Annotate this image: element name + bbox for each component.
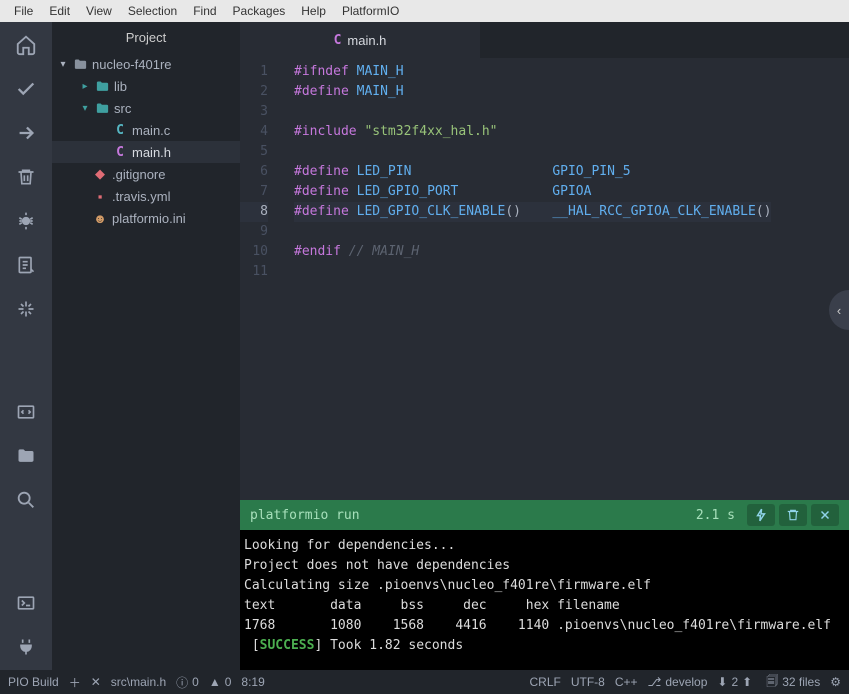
editor-area: C main.h 1234567891011 #ifndef MAIN_H#de… (240, 22, 849, 670)
clear-button[interactable] (779, 504, 807, 526)
terminal-command: platformio run (250, 508, 360, 523)
status-settings[interactable]: ⚙ (830, 675, 841, 689)
chevron-down-icon: ▾ (80, 103, 90, 114)
tree-label: .travis.yml (112, 189, 171, 204)
status-encoding[interactable]: UTF-8 (571, 675, 605, 689)
plug-icon[interactable] (15, 636, 37, 658)
status-cursor[interactable]: 8:19 (241, 675, 264, 689)
status-git-sync[interactable]: ⬇2 ⬆ (717, 675, 756, 689)
plus-icon: ＋ (69, 674, 81, 691)
terminal-output[interactable]: Looking for dependencies... Project does… (240, 530, 849, 670)
tab-bar: C main.h (240, 22, 849, 58)
terminal-elapsed: 2.1 s (696, 508, 735, 523)
project-sidebar: Project ▾ nucleo-f401re ▸ lib ▾ src C ma… (52, 22, 240, 670)
status-bar: PIO Build ＋ ✕ src\main.h ⓘ0 ▲0 8:19 CRLF… (0, 670, 849, 694)
code-body[interactable]: #ifndef MAIN_H#define MAIN_H #include "s… (278, 58, 771, 500)
status-file-path[interactable]: src\main.h (111, 675, 166, 689)
folder-icon (72, 56, 88, 72)
folder-icon[interactable] (15, 445, 37, 467)
status-files[interactable]: 🗐32 files (766, 672, 820, 693)
activity-bar (0, 22, 52, 670)
close-icon: ✕ (91, 675, 101, 689)
tree-gitignore[interactable]: ◆ .gitignore (52, 163, 240, 185)
status-diag-info[interactable]: ⓘ0 (176, 674, 199, 691)
trash-icon[interactable] (15, 166, 37, 188)
branch-icon: ⎇ (648, 675, 662, 689)
status-close[interactable]: ✕ (91, 675, 101, 689)
tree-main-c[interactable]: C main.c (52, 119, 240, 141)
menu-platformio[interactable]: PlatformIO (334, 2, 407, 20)
arrow-up-icon: ⬆ (742, 675, 752, 689)
tree-main-h[interactable]: C main.h (52, 141, 240, 163)
code-editor[interactable]: 1234567891011 #ifndef MAIN_H#define MAIN… (240, 58, 849, 500)
tab-main-h[interactable]: C main.h (240, 22, 480, 58)
menu-file[interactable]: File (6, 2, 41, 20)
status-pio-build[interactable]: PIO Build (8, 675, 59, 689)
terminal-icon[interactable] (15, 592, 37, 614)
status-git-branch[interactable]: ⎇develop (648, 675, 708, 689)
tree-label: lib (114, 79, 127, 94)
menu-edit[interactable]: Edit (41, 2, 78, 20)
tree-label: main.h (132, 145, 171, 160)
menu-view[interactable]: View (78, 2, 120, 20)
tree-lib[interactable]: ▸ lib (52, 75, 240, 97)
rerun-button[interactable] (747, 504, 775, 526)
info-icon: ⓘ (176, 674, 188, 691)
check-icon[interactable] (15, 78, 37, 100)
folder-icon (94, 100, 110, 116)
git-icon: ◆ (92, 166, 108, 182)
terminal-header: platformio run 2.1 s (240, 500, 849, 530)
tree-label: nucleo-f401re (92, 57, 172, 72)
folder-icon (94, 78, 110, 94)
status-diag-warn[interactable]: ▲0 (209, 675, 232, 689)
status-line-ending[interactable]: CRLF (529, 675, 560, 689)
h-file-icon: C (334, 33, 342, 48)
tree-label: main.c (132, 123, 170, 138)
test-icon[interactable] (15, 254, 37, 276)
gear-icon: ⚙ (830, 675, 841, 689)
h-file-icon: C (112, 144, 128, 160)
menubar: File Edit View Selection Find Packages H… (0, 0, 849, 22)
search-icon[interactable] (15, 489, 37, 511)
close-button[interactable] (811, 504, 839, 526)
sidebar-title: Project (52, 22, 240, 53)
menu-selection[interactable]: Selection (120, 2, 185, 20)
c-file-icon: C (112, 122, 128, 138)
status-language[interactable]: C++ (615, 675, 638, 689)
code-icon[interactable] (15, 401, 37, 423)
tree-root[interactable]: ▾ nucleo-f401re (52, 53, 240, 75)
menu-help[interactable]: Help (293, 2, 334, 20)
gutter: 1234567891011 (240, 58, 278, 500)
platformio-icon: ☻ (92, 210, 108, 226)
travis-icon: ▪ (92, 188, 108, 204)
arrow-right-icon[interactable] (15, 122, 37, 144)
tree-label: .gitignore (112, 167, 165, 182)
tree-label: platformio.ini (112, 211, 186, 226)
chevron-down-icon: ▾ (58, 59, 68, 70)
tree-travis[interactable]: ▪ .travis.yml (52, 185, 240, 207)
tree-platformio-ini[interactable]: ☻ platformio.ini (52, 207, 240, 229)
chevron-right-icon: ▸ (80, 81, 90, 92)
sync-icon[interactable] (15, 298, 37, 320)
arrow-down-icon: ⬇ (717, 675, 727, 689)
bug-icon[interactable] (15, 210, 37, 232)
tree-src[interactable]: ▾ src (52, 97, 240, 119)
status-new-terminal[interactable]: ＋ (69, 674, 81, 691)
files-icon: 🗐 (766, 672, 778, 693)
menu-find[interactable]: Find (185, 2, 224, 20)
file-tree: ▾ nucleo-f401re ▸ lib ▾ src C main.c C m… (52, 53, 240, 670)
menu-packages[interactable]: Packages (225, 2, 294, 20)
tree-label: src (114, 101, 131, 116)
home-icon[interactable] (15, 34, 37, 56)
terminal-panel: platformio run 2.1 s Looking for depende… (240, 500, 849, 670)
tab-label: main.h (347, 33, 386, 48)
warning-icon: ▲ (209, 675, 221, 689)
